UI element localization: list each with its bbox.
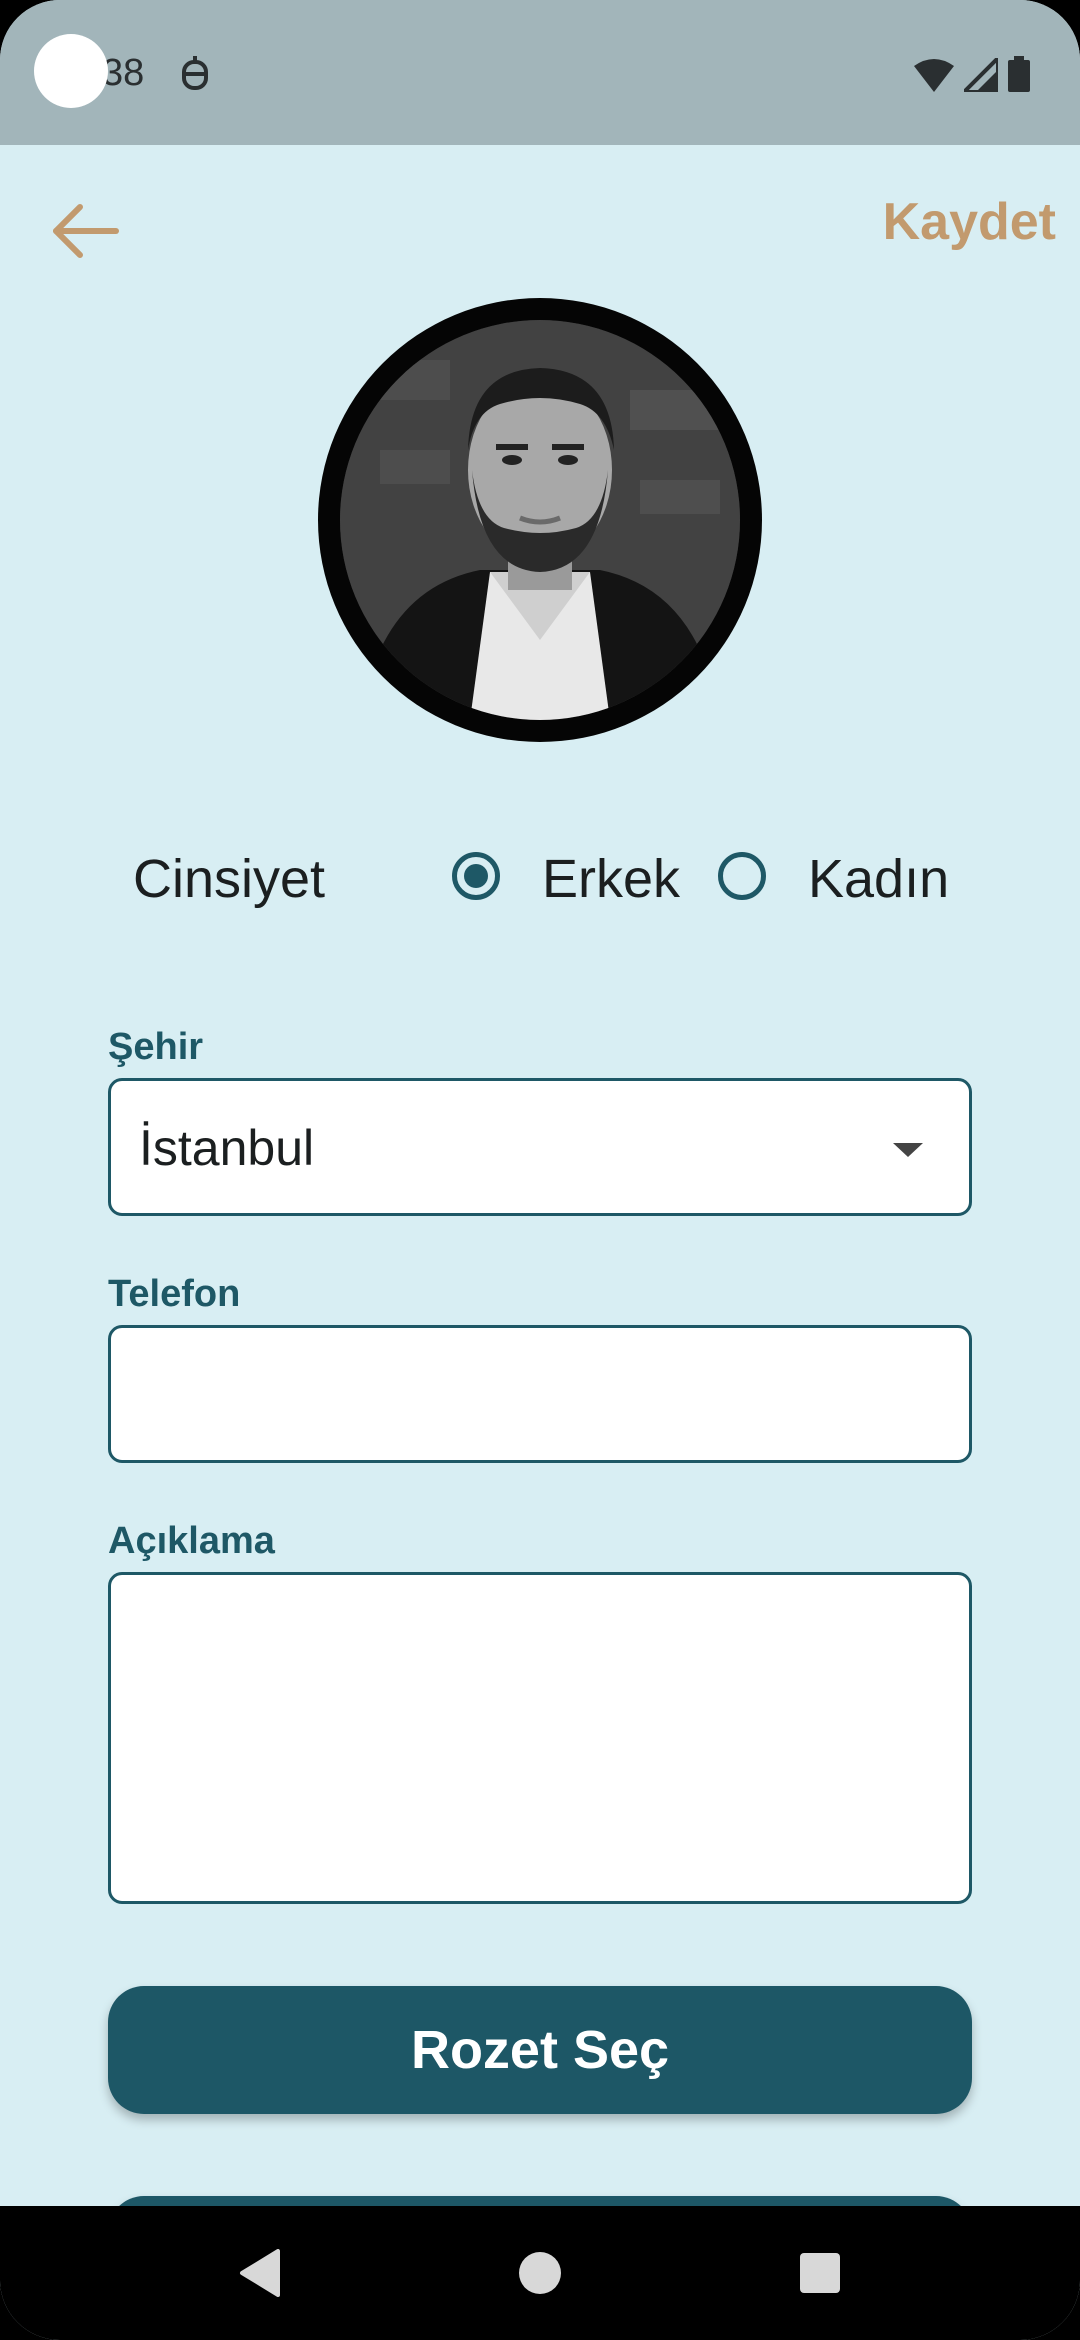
home-circle-icon — [519, 2252, 561, 2294]
phone-input[interactable] — [108, 1325, 972, 1463]
battery-icon — [1008, 56, 1030, 92]
gender-label: Cinsiyet — [133, 849, 326, 909]
back-triangle-icon — [240, 2249, 280, 2297]
navigation-bar — [0, 2206, 1080, 2340]
radio-male-label[interactable]: Erkek — [542, 848, 680, 910]
description-label: Açıklama — [108, 1520, 275, 1562]
signal-icon — [964, 58, 998, 92]
city-dropdown[interactable]: İstanbul — [108, 1078, 972, 1216]
nav-recents-button[interactable] — [780, 2206, 860, 2340]
assistant-icon — [182, 56, 208, 90]
save-button[interactable]: Kaydet — [883, 192, 1056, 252]
nav-home-button[interactable] — [500, 2206, 580, 2340]
nav-back-button[interactable] — [220, 2206, 300, 2340]
profile-photo — [340, 320, 740, 720]
dropdown-arrow-icon — [893, 1143, 923, 1157]
gender-selector: Cinsiyet Erkek Kadın — [0, 840, 1080, 912]
avatar[interactable] — [318, 298, 762, 742]
recents-square-icon — [800, 2253, 840, 2293]
arrow-left-icon — [53, 204, 119, 258]
back-button[interactable] — [44, 190, 126, 272]
city-value: İstanbul — [139, 1120, 315, 1176]
radio-female[interactable] — [718, 852, 766, 900]
wifi-icon — [914, 59, 954, 92]
select-badge-button[interactable]: Rozet Seç — [108, 1986, 972, 2114]
radio-male[interactable] — [452, 852, 500, 900]
camera-cutout — [34, 34, 108, 108]
screen: 38 Kaydet Cinsiyet Erkek Kadın Şehir İst… — [0, 0, 1080, 2340]
status-icons — [914, 56, 1030, 92]
phone-label: Telefon — [108, 1273, 241, 1315]
description-input[interactable] — [108, 1572, 972, 1904]
status-time: 38 — [102, 52, 145, 94]
status-bar: 38 — [0, 0, 1080, 145]
city-label: Şehir — [108, 1026, 204, 1068]
radio-female-label[interactable]: Kadın — [808, 848, 949, 910]
